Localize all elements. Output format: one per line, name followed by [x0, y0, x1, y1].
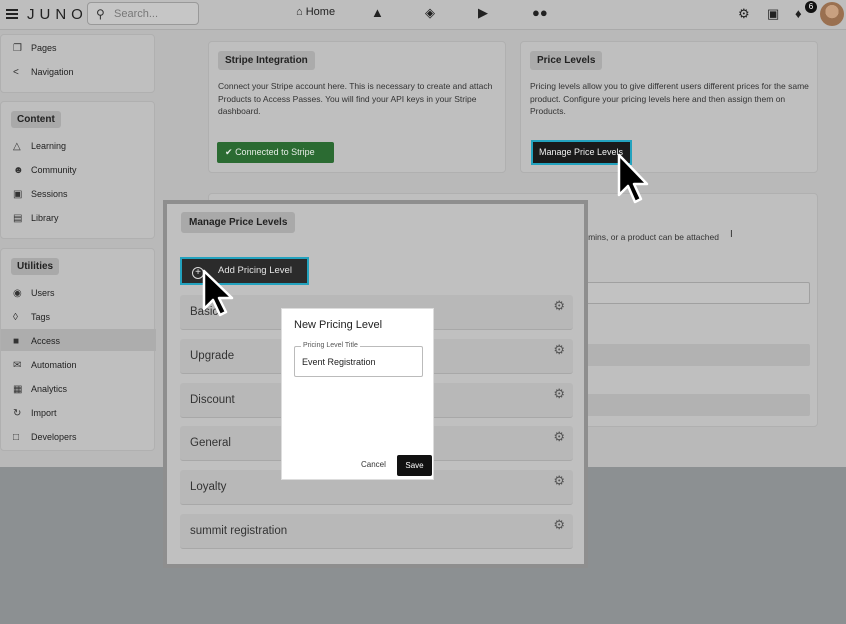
mouse-pointer-icon [617, 153, 649, 204]
price-level-name: Upgrade [190, 350, 235, 362]
video-icon[interactable]: ▶ [478, 5, 488, 21]
gear-icon[interactable]: ⚙ [553, 386, 565, 402]
sidebar-item-library[interactable]: ▤ Library [13, 211, 59, 225]
connected-to-stripe-button[interactable]: ✔ Connected to Stripe [217, 142, 334, 163]
search-icon: ⚲ [96, 7, 105, 21]
sidebar-item-pages[interactable]: ❐ Pages [13, 41, 57, 55]
share-icon: < [13, 67, 19, 78]
price-card-text: Pricing levels allow you to give differe… [530, 81, 809, 116]
save-button[interactable]: Save [397, 455, 432, 476]
stripe-card-title: Stripe Integration [218, 51, 315, 70]
price-level-name: General [190, 437, 231, 449]
top-bar: JUNO ⚲ Search... ⌂ Home ▲ ◈ ▶ ●● ⚙ ▣ ♦ 6 [0, 0, 846, 30]
sidebar-item-learning[interactable]: △ Learning [13, 139, 66, 153]
mail-icon: ✉ [13, 360, 22, 371]
cancel-button[interactable]: Cancel [361, 460, 386, 469]
stripe-card-text: Connect your Stripe account here. This i… [218, 81, 493, 116]
field-label: Pricing Level Title [301, 342, 360, 349]
access-card-text: y admins, or a product can be attached [572, 232, 719, 242]
bell-icon[interactable]: ♦ [795, 6, 802, 21]
modal-title: New Pricing Level [294, 319, 383, 331]
chat-icon[interactable]: ▣ [767, 6, 779, 22]
sidebar-heading-content: Content [11, 111, 61, 128]
library-icon: ▤ [13, 213, 23, 224]
video-icon: ▣ [13, 189, 23, 200]
sidebar-item-users[interactable]: ◉ Users [13, 286, 55, 300]
pricing-level-title-field[interactable]: Pricing Level Title Event Registration [294, 342, 423, 377]
gear-icon[interactable]: ⚙ [738, 6, 750, 22]
nav-home[interactable]: ⌂ Home [296, 6, 335, 18]
home-icon: ⌂ [296, 6, 303, 18]
sync-icon: ↻ [13, 408, 22, 419]
hamburger-menu-icon[interactable] [6, 9, 18, 19]
sidebar-group-pages: ❐ Pages < Navigation [0, 34, 155, 93]
tag-icon: ◊ [13, 312, 18, 323]
graduation-cap-icon[interactable]: ▲ [371, 5, 384, 20]
panel-title: Manage Price Levels [181, 212, 296, 233]
mouse-pointer-icon [202, 269, 234, 317]
graduation-cap-icon: △ [13, 141, 21, 152]
pricing-level-title-input[interactable]: Event Registration [302, 357, 376, 367]
avatar[interactable] [820, 2, 844, 26]
nav-home-label: Home [305, 6, 336, 18]
users-icon: ◉ [13, 288, 22, 299]
lock-outline-icon: □ [13, 432, 20, 443]
add-pricing-level-button[interactable]: + Add Pricing Level [180, 257, 309, 285]
sidebar-item-access[interactable]: ■ Access [13, 334, 60, 348]
sidebar-item-developers[interactable]: □ Developers [13, 430, 77, 444]
price-level-name: Loyalty [190, 481, 227, 493]
lock-icon: ■ [13, 336, 20, 347]
sidebar-item-sessions[interactable]: ▣ Sessions [13, 187, 68, 201]
sidebar-item-community[interactable]: ☻ Community [13, 163, 77, 177]
ghost-input[interactable] [572, 282, 810, 304]
sidebar-item-automation[interactable]: ✉ Automation [13, 358, 77, 372]
people-icon[interactable]: ●● [532, 5, 548, 20]
sidebar-item-tags[interactable]: ◊ Tags [13, 310, 50, 324]
pages-icon: ❐ [13, 43, 22, 54]
chart-icon: ▦ [13, 384, 23, 395]
price-card-title: Price Levels [530, 51, 603, 70]
notification-badge: 6 [805, 1, 817, 13]
sidebar-item-navigation[interactable]: < Navigation [13, 65, 74, 79]
gear-icon[interactable]: ⚙ [553, 429, 565, 445]
people-icon: ☻ [13, 165, 24, 176]
search-input[interactable]: Search... [114, 8, 158, 20]
text-cursor-icon: I [730, 229, 733, 240]
sidebar-heading-utilities: Utilities [11, 258, 60, 275]
ghost-row [572, 344, 810, 366]
price-level-name: Discount [190, 394, 235, 406]
community-icon[interactable]: ◈ [425, 5, 435, 21]
sidebar-item-import[interactable]: ↻ Import [13, 406, 57, 420]
check-icon: ✔ [225, 147, 233, 157]
search-box[interactable]: ⚲ Search... [87, 2, 199, 25]
sidebar-group-content: Content △ Learning ☻ Community ▣ Sessions ▤… [0, 101, 155, 239]
new-pricing-level-modal: New Pricing Level Pricing Level Title Ev… [281, 308, 434, 480]
price-level-row[interactable]: summit registration ⚙ [180, 514, 573, 549]
app-logo: JUNO [27, 6, 88, 23]
ghost-row [572, 394, 810, 416]
gear-icon[interactable]: ⚙ [553, 473, 565, 489]
sidebar-group-utilities: Utilities ◉ Users ◊ Tags ■ Access ✉ Automati… [0, 248, 156, 451]
gear-icon[interactable]: ⚙ [553, 517, 565, 533]
gear-icon[interactable]: ⚙ [553, 298, 565, 314]
gear-icon[interactable]: ⚙ [553, 342, 565, 358]
price-level-name: summit registration [190, 525, 288, 537]
sidebar-item-analytics[interactable]: ▦ Analytics [13, 382, 67, 396]
